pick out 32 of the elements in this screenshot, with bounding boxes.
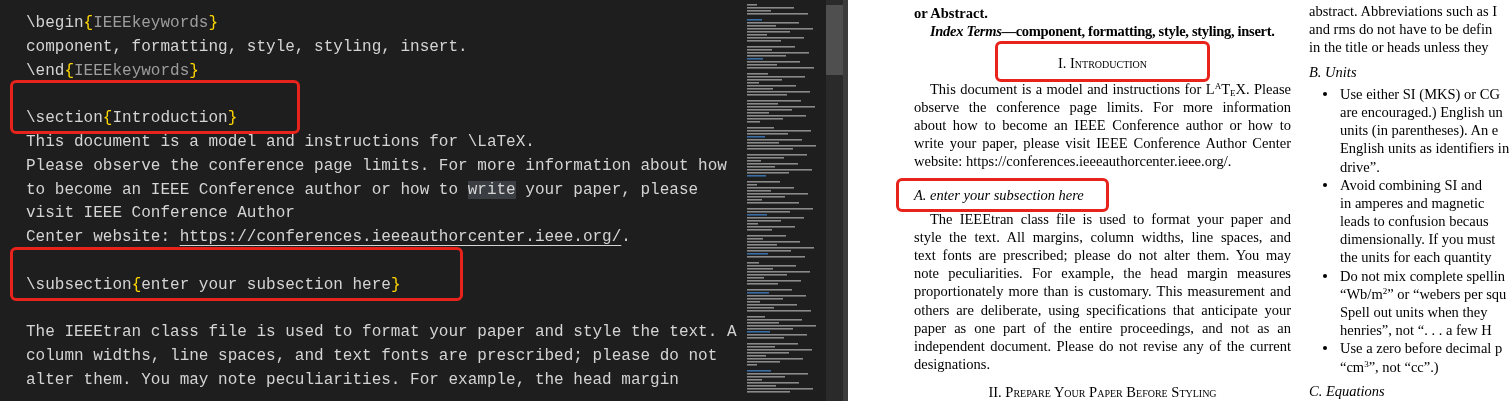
code-line: \section{Introduction} (26, 108, 238, 130)
paragraph: The IEEEtran class file is used to format your paper and style the text. All margins, column widths, line spaces, and text fonts are prescribed; please do not alter them. You may note peculiarities. For example, the head margin measures proportionately more than is customary. This measurement and others are deliberate, using specifications that anticipate your paper as one part of the entire proceedings, and not as an independent document. Please do not revise any of the current designations. (914, 209, 1291, 374)
code-line: \end{IEEEkeywords} (26, 60, 199, 82)
bullet-icon (1323, 182, 1327, 187)
code-line: The IEEEtran class file is used to format your paper and style the text. A (26, 322, 737, 344)
code-line: alter them. You may note peculiarities. For example, the head margin (26, 369, 679, 391)
code-line: column widths, line spaces, and text fonts are prescribed; please do not (26, 346, 718, 368)
code-line: component, formatting, style, styling, insert. (26, 36, 468, 58)
scroll-thumb[interactable] (826, 5, 843, 75)
bullet-icon (1323, 273, 1327, 278)
code-line: This document is a model and instructions for \LaTeX. (26, 132, 535, 153)
code-line: to become an IEEE Conference author or how to write your paper, please (26, 179, 699, 201)
paragraph: This document is a model and instructions for L$^{A}$T$_{E}$X. Please observe the conference page limits. For more information about how to become an IEEE Conference author or how to write your paper, please visit IEEE Conference Author Center website: https://conferences.ieeeauthorcenter.ieee.org/. (914, 79, 1291, 171)
index-terms: Index Terms—component, formatting, style, styling, insert. (929, 22, 1275, 41)
section-heading: II. Prepare Your Paper Before Styling (988, 383, 1217, 401)
bullet-icon (1323, 346, 1327, 351)
bullet-icon (1323, 91, 1327, 96)
section-heading: I. Introduction (1057, 54, 1148, 73)
subsection-heading: A. enter your subsection here (914, 185, 1084, 204)
code-line: \begin{IEEEkeywords} (26, 13, 219, 34)
code-line: Center website: https://conferences.ieeeauthorcenter.ieee.org/. (26, 227, 631, 249)
code-line: Please observe the conference page limits. For more information about how (26, 155, 727, 177)
subsection-heading: B. Units (1309, 62, 1358, 81)
subsection-heading: C. Equations (1309, 381, 1386, 400)
list-item: Use either SI (MKS) or CG are encouraged.) English un units (in parentheses). An e English units as identifiers in drive”. (1340, 84, 1509, 176)
list-item: Do not mix complete spellin “Wb/m$^{2}$” or “webers per squ Spell out units when they henries”, not “. . . a few H (1340, 266, 1507, 340)
code-line: \subsection{enter your subsection here} (26, 274, 401, 296)
code-line: visit IEEE Conference Author (26, 203, 295, 225)
list-item: Use a zero before decimal p “cm$^{3}$”, not “cc”.) (1340, 339, 1503, 376)
paragraph: abstract. Abbreviations such as I and rms do not have to be defin in the title or heads unless they (1309, 2, 1499, 57)
paper-title: or Abstract. (914, 4, 989, 23)
list-item: Avoid combining SI and in amperes and magnetic leads to confusion becaus dimensionally. If you must the units for each quantity (1340, 175, 1496, 267)
